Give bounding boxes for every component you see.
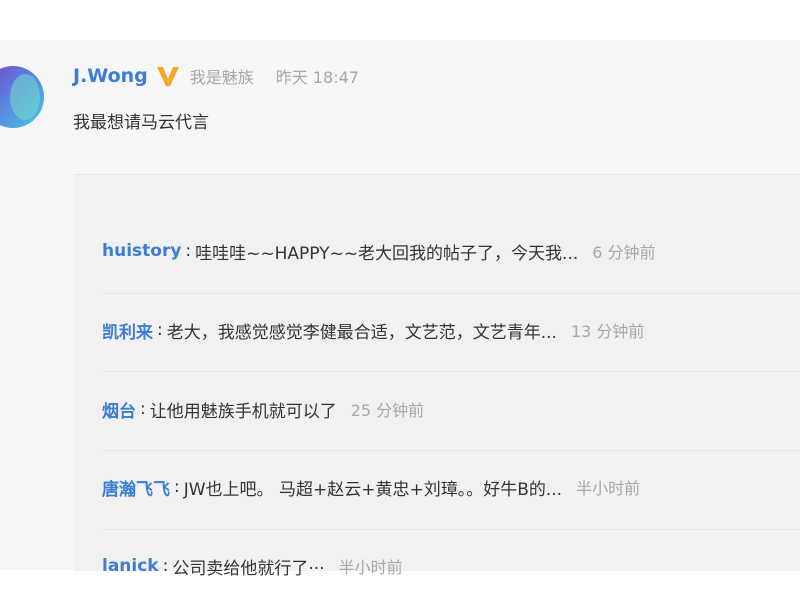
reply-time: 25 分钟前 [350,401,425,420]
reply-text: 公司卖给他就行了··· [172,558,325,579]
list-item: 唐瀚飞飞 : JW也上吧。 马超+赵云+黄忠+刘璋。。好牛B的... 半小时前 [102,467,640,507]
divider [102,293,800,294]
reply-user[interactable]: 唐瀚飞飞 [102,475,170,500]
post-header: J.Wong 我是魅族 昨天 18:47 [73,64,359,88]
reply-separator: : [140,399,146,419]
reply-text: 老大，我感觉感觉李健最合适，文艺范，文艺青年... [166,322,557,343]
reply-separator: : [174,477,180,497]
reply-text: 哇哇哇~~HAPPY~~老大回我的帖子了，今天我... [195,243,579,264]
post-time: 昨天 18:47 [275,68,359,87]
divider [102,450,800,451]
reply-text: 让他用魅族手机就可以了 [149,401,337,422]
reply-time: 半小时前 [576,479,641,498]
reply-time: 13 分钟前 [570,322,645,341]
list-item: 烟台 : 让他用魅族手机就可以了 25 分钟前 [102,389,424,429]
reply-separator: : [162,556,169,576]
list-item: 凯利来 : 老大，我感觉感觉李健最合适，文艺范，文艺青年... 13 分钟前 [102,310,644,350]
reply-separator: : [185,241,192,261]
reply-user[interactable]: lanick [102,556,159,576]
reply-text: JW也上吧。 马超+赵云+黄忠+刘璋。。好牛B的... [183,479,563,500]
reply-time: 6 分钟前 [592,243,656,262]
reply-time: 半小时前 [338,558,403,577]
avatar[interactable] [0,66,44,128]
comment-card: J.Wong 我是魅族 昨天 18:47 我最想请马云代言 huistory :… [0,40,800,579]
list-item: huistory : 哇哇哇~~HAPPY~~老大回我的帖子了，今天我... 6… [102,231,656,271]
divider [102,371,800,372]
reply-user[interactable]: 烟台 [102,397,136,422]
post-source[interactable]: 我是魅族 [190,64,254,88]
post-content: 我最想请马云代言 [73,113,209,133]
reply-user[interactable]: huistory [102,241,181,261]
list-item: lanick : 公司卖给他就行了··· 半小时前 [102,546,403,586]
reply-user[interactable]: 凯利来 [102,318,153,343]
post-author[interactable]: J.Wong [73,65,148,87]
reply-separator: : [157,320,163,340]
divider [102,529,800,530]
verified-v-icon [156,67,179,86]
reply-list: huistory : 哇哇哇~~HAPPY~~老大回我的帖子了，今天我... 6… [74,174,800,579]
